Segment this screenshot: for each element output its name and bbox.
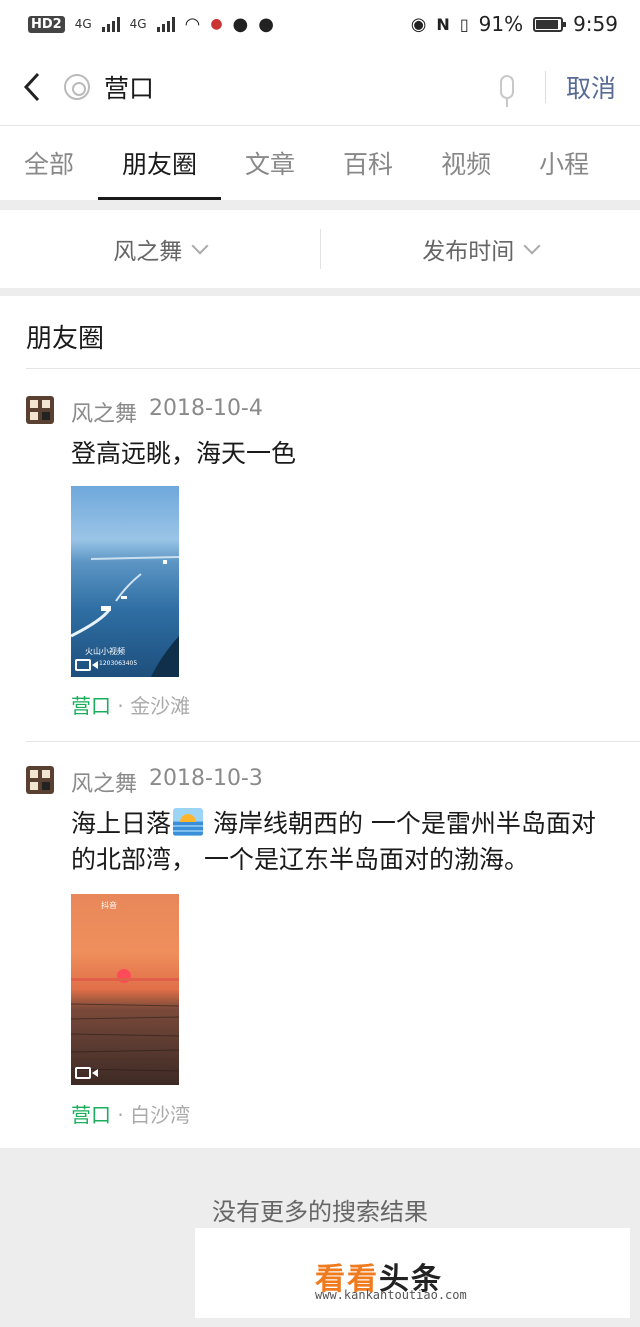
- filter-row: 风之舞 发布时间: [0, 210, 640, 288]
- post-location: 营口 · 金沙滩: [71, 690, 190, 719]
- battery-percent: 91%: [478, 12, 524, 36]
- results-list: 朋友圈 风之舞 2018-10-4 登高远眺，海天一色 火山小视频 120306…: [0, 296, 640, 1148]
- tab-moments[interactable]: 朋友圈: [98, 126, 222, 200]
- video-icon: [75, 1067, 98, 1079]
- post-meta: 风之舞 2018-10-3: [71, 766, 263, 798]
- thumb-watermark: 火山小视频: [85, 647, 125, 656]
- search-bar: 营口 取消: [0, 48, 640, 126]
- watermark-url: www.kankantoutiao.com: [315, 1288, 467, 1302]
- post-author[interactable]: 风之舞: [71, 766, 137, 798]
- mic-button[interactable]: [487, 74, 527, 107]
- status-bar: HD2 4G 4G ◠ ● ● ● ◉ N ▯ 91% 9:59: [0, 0, 640, 48]
- location-name[interactable]: 营口: [71, 694, 111, 718]
- post-date: 2018-10-3: [149, 766, 263, 791]
- avatar[interactable]: [26, 396, 54, 424]
- author-filter-label: 风之舞: [113, 239, 183, 265]
- vibrate-icon: ▯: [459, 14, 469, 34]
- tab-all[interactable]: 全部: [0, 126, 98, 200]
- moment-post[interactable]: 风之舞 2018-10-4 登高远眺，海天一色 火山小视频 1203063405…: [0, 396, 640, 726]
- clock: 9:59: [573, 12, 618, 36]
- battery-icon: [533, 16, 567, 32]
- weibo-icon: ●: [210, 16, 223, 32]
- network-label-2: 4G: [129, 17, 147, 31]
- location-name[interactable]: 营口: [71, 1103, 111, 1127]
- sunset-image: [71, 969, 179, 1072]
- no-more-results: 没有更多的搜索结果: [212, 1198, 428, 1226]
- tab-video[interactable]: 视频: [417, 126, 515, 200]
- divider: [544, 70, 546, 103]
- wifi-icon: ◠: [184, 13, 201, 35]
- eye-icon: ◉: [410, 13, 427, 35]
- post-text: 登高远眺，海天一色: [71, 439, 297, 468]
- search-input[interactable]: 营口: [104, 69, 487, 105]
- tab-bar: 全部 朋友圈 文章 百科 视频 小程: [0, 126, 640, 200]
- sunrise-emoji-icon: [173, 808, 204, 836]
- divider: [26, 741, 640, 742]
- post-date: 2018-10-4: [149, 396, 263, 421]
- thumb-id: 1203063405: [99, 660, 138, 667]
- location-separator: ·: [117, 694, 124, 718]
- separator-band: [0, 200, 640, 210]
- status-left: HD2 4G 4G ◠ ● ● ●: [28, 14, 274, 35]
- location-detail: 白沙湾: [130, 1103, 191, 1127]
- wechat-icon: ●: [258, 13, 274, 35]
- cancel-button[interactable]: 取消: [566, 69, 616, 105]
- video-thumbnail[interactable]: 火山小视频 1203063405: [71, 486, 179, 677]
- section-title: 朋友圈: [26, 324, 105, 354]
- status-right: ◉ N ▯ 91% 9:59: [411, 12, 618, 36]
- back-arrow-icon: [23, 72, 40, 101]
- hd-badge: HD2: [28, 15, 65, 33]
- chevron-down-icon: [523, 237, 541, 255]
- video-icon: [75, 659, 98, 671]
- post-meta: 风之舞 2018-10-4: [71, 396, 263, 428]
- results-footer: 没有更多的搜索结果 看看头条 www.kankantoutiao.com: [0, 1148, 640, 1327]
- signal-icon-2: [156, 16, 175, 32]
- time-filter[interactable]: 发布时间: [319, 229, 640, 269]
- avatar[interactable]: [26, 766, 54, 794]
- back-button[interactable]: [0, 48, 64, 126]
- moment-post[interactable]: 风之舞 2018-10-3 海上日落 海岸线朝西的 一个是雷州半岛面对的北部湾，…: [0, 766, 640, 1128]
- location-separator: ·: [117, 1103, 124, 1127]
- network-label-1: 4G: [74, 17, 92, 31]
- signal-icon: [101, 16, 120, 32]
- post-text: 海上日落 海岸线朝西的 一个是雷州半岛面对的北部湾， 一个是辽东半岛面对的渤海。: [71, 806, 616, 878]
- divider: [26, 368, 640, 369]
- tab-articles[interactable]: 文章: [221, 126, 319, 200]
- site-watermark: 看看头条 www.kankantoutiao.com: [195, 1228, 630, 1318]
- time-filter-label: 发布时间: [422, 239, 515, 265]
- tab-encyclopedia[interactable]: 百科: [319, 126, 417, 200]
- video-thumbnail[interactable]: 抖音: [71, 894, 179, 1085]
- chevron-down-icon: [191, 237, 209, 255]
- post-author[interactable]: 风之舞: [71, 396, 137, 428]
- thumb-watermark: 抖音: [101, 901, 117, 910]
- message-icon: ●: [232, 13, 249, 35]
- post-text-part1: 海上日落: [71, 809, 172, 838]
- author-filter[interactable]: 风之舞: [0, 229, 320, 269]
- nfc-icon: N: [436, 14, 450, 34]
- shutter-icon: [64, 73, 90, 100]
- mic-icon: [499, 74, 514, 107]
- location-detail: 金沙滩: [130, 694, 191, 718]
- separator-band: [0, 288, 640, 296]
- tab-mini-program[interactable]: 小程: [515, 126, 613, 200]
- post-location: 营口 · 白沙湾: [71, 1099, 190, 1128]
